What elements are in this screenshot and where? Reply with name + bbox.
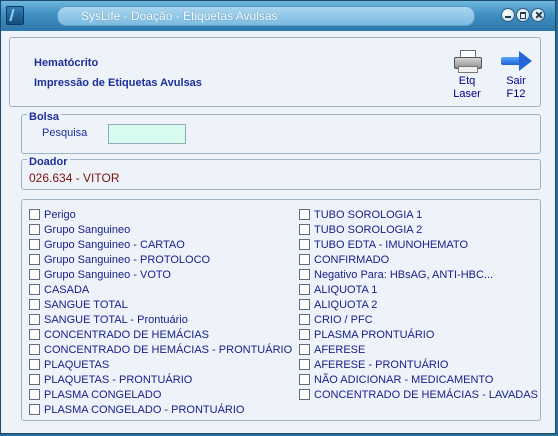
checkbox-label: PLASMA PRONTUÁRIO — [314, 329, 435, 341]
checkbox-label: AFERESE - PRONTUÁRIO — [314, 359, 449, 371]
checkbox-label: PLASMA CONGELADO — [44, 389, 162, 401]
checkbox-box[interactable] — [29, 314, 40, 325]
checkbox-box[interactable] — [299, 389, 310, 400]
checkbox-label: PLASMA CONGELADO - PRONTUÁRIO — [44, 404, 245, 416]
checkbox-box[interactable] — [299, 359, 310, 370]
main-window: SysLife - Doação - Etiquetas Avulsas Hem… — [0, 0, 556, 434]
checkbox-label: PLAQUETAS - PRONTUÁRIO — [44, 374, 193, 386]
checkbox-box[interactable] — [299, 329, 310, 340]
printer-icon — [452, 50, 482, 73]
etq-laser-label-1: Etq — [458, 75, 476, 87]
window-title: SysLife - Doação - Etiquetas Avulsas — [57, 6, 475, 26]
checkbox-label: CONFIRMADO — [314, 254, 390, 266]
checkbox-label: CONCENTRADO DE HEMÁCIAS - LAVADAS — [314, 389, 538, 401]
checkbox-label: Negativo Para: HBsAG, ANTI-HBC... — [314, 269, 494, 281]
checkbox-box[interactable] — [29, 224, 40, 235]
app-icon[interactable] — [6, 6, 24, 25]
checkbox-box[interactable] — [29, 374, 40, 385]
checkbox-box[interactable] — [29, 299, 40, 310]
checkbox-label: Perigo — [44, 209, 76, 221]
header-panel: Hematócrito Impressão de Etiquetas Avuls… — [9, 37, 541, 107]
checkbox-label: PLAQUETAS — [44, 359, 110, 371]
checkbox-label: Grupo Sanguineo - PROTOLOCO — [44, 254, 211, 266]
checkbox-label: SANGUE TOTAL - Prontuário — [44, 314, 188, 326]
bolsa-panel: Bolsa Pesquisa — [21, 111, 541, 154]
checkbox-box[interactable] — [29, 209, 40, 220]
checkbox-label: Grupo Sanguineo - VOTO — [44, 269, 171, 281]
exit-label-1: Sair — [506, 75, 526, 87]
header-subtitle: Impressão de Etiquetas Avulsas — [34, 77, 202, 89]
doador-panel: Doador 026.634 - VITOR — [21, 156, 541, 190]
checkbox-box[interactable] — [299, 284, 310, 295]
checkbox-label: Grupo Sanguineo - CARTAO — [44, 239, 185, 251]
checkbox-label: AFERESE — [314, 344, 366, 356]
checkbox-label: TUBO EDTA - IMUNOHEMATO — [314, 239, 469, 251]
checkbox-box[interactable] — [29, 389, 40, 400]
checkbox-box[interactable] — [29, 329, 40, 340]
checkbox-label: CASADA — [44, 284, 90, 296]
checkbox-label: Grupo Sanguineo — [44, 224, 131, 236]
checkbox-box[interactable] — [299, 254, 310, 265]
minimize-button[interactable] — [501, 8, 515, 22]
checkbox-box[interactable] — [29, 404, 40, 415]
header-title: Hematócrito — [34, 57, 99, 69]
search-input[interactable] — [108, 124, 186, 144]
checkbox-box[interactable] — [299, 344, 310, 355]
checkbox-label: CONCENTRADO DE HEMÁCIAS - PRONTUÁRIO — [44, 344, 293, 356]
checkbox-box[interactable] — [299, 314, 310, 325]
close-button[interactable] — [531, 8, 545, 22]
checkbox-label: CONCENTRADO DE HEMÁCIAS — [44, 329, 210, 341]
checkbox-box[interactable] — [299, 239, 310, 250]
checkbox-box[interactable] — [29, 239, 40, 250]
checkbox-box[interactable] — [29, 254, 40, 265]
arrow-right-icon — [499, 50, 533, 72]
checkbox-box[interactable] — [29, 269, 40, 280]
exit-button[interactable]: Sair F12 — [496, 50, 536, 101]
checkbox-box[interactable] — [299, 224, 310, 235]
checkbox-label: NÃO ADICIONAR - MEDICAMENTO — [314, 374, 494, 386]
checkbox-box[interactable] — [299, 209, 310, 220]
title-bar[interactable]: SysLife - Doação - Etiquetas Avulsas — [1, 1, 555, 31]
checkbox-box[interactable] — [299, 374, 310, 385]
checkbox-box[interactable] — [29, 284, 40, 295]
exit-label-2: F12 — [506, 88, 526, 100]
checkbox-label: SANGUE TOTAL — [44, 299, 128, 311]
checkbox-box[interactable] — [299, 269, 310, 280]
checkbox-label: TUBO SOROLOGIA 2 — [314, 224, 423, 236]
checkbox-box[interactable] — [299, 299, 310, 310]
search-label: Pesquisa — [42, 127, 88, 139]
checkbox-box[interactable] — [29, 359, 40, 370]
checkbox-box[interactable] — [29, 344, 40, 355]
etq-laser-button[interactable]: Etq Laser — [447, 50, 487, 101]
checkbox-label: CRIO / PFC — [314, 314, 373, 326]
checkbox-label: ALIQUOTA 2 — [314, 299, 378, 311]
bolsa-title: Bolsa — [27, 111, 61, 123]
label-options-panel: Perigo Grupo Sanguineo Grupo Sanguineo -… — [21, 199, 541, 421]
maximize-button[interactable] — [516, 8, 530, 22]
etq-laser-label-2: Laser — [453, 88, 481, 100]
checkbox-label: ALIQUOTA 1 — [314, 284, 378, 296]
doador-title: Doador — [27, 156, 70, 168]
donor-value: 026.634 - VITOR — [29, 171, 120, 185]
checkbox-label: TUBO SOROLOGIA 1 — [314, 209, 423, 221]
